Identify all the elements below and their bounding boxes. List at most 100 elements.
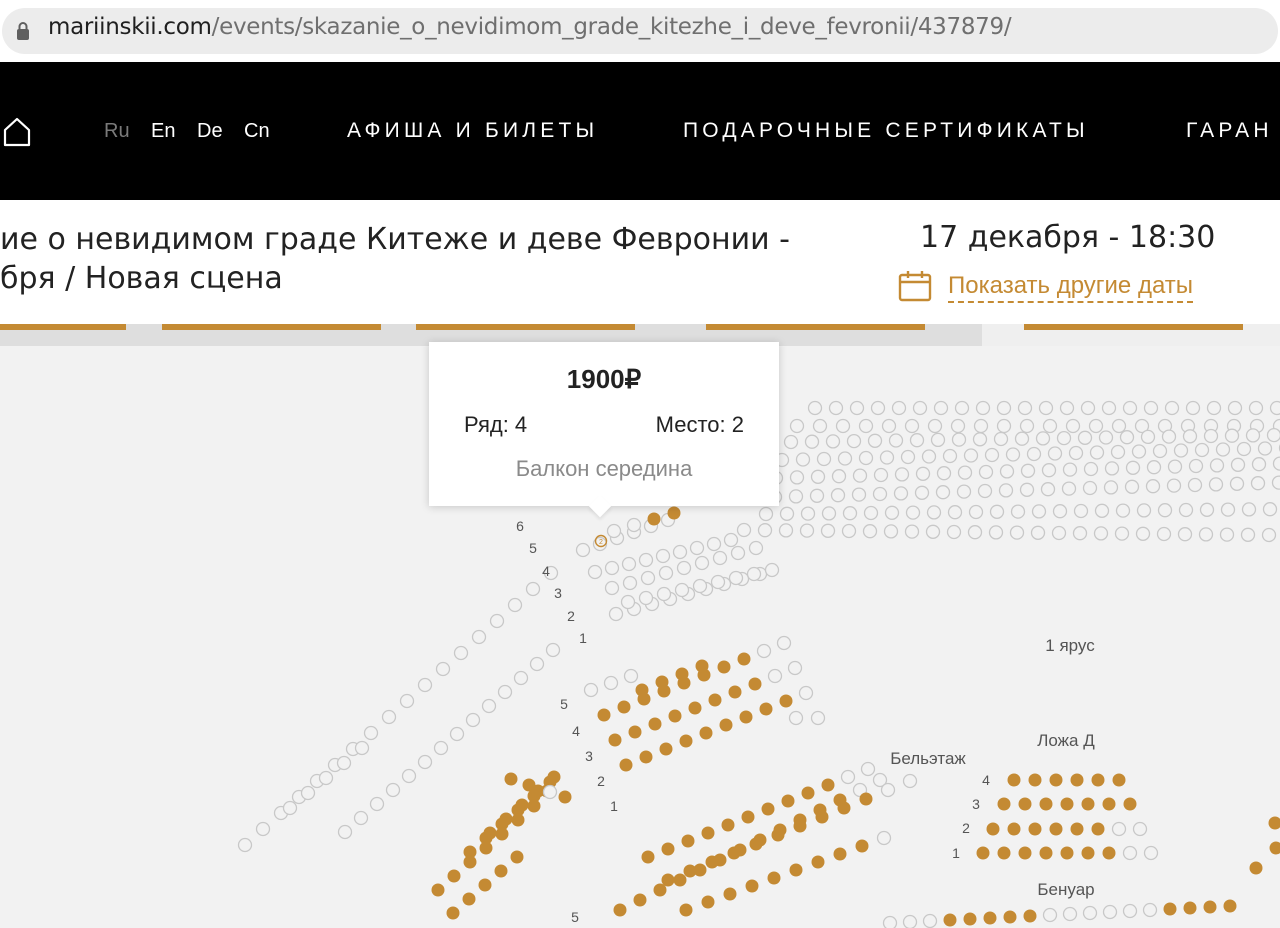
seat-occupied[interactable] <box>1060 846 1074 860</box>
seat-available[interactable] <box>1122 400 1138 416</box>
seat-available[interactable] <box>525 581 541 597</box>
seat-occupied[interactable] <box>1028 773 1042 787</box>
seat-available[interactable] <box>758 506 774 522</box>
seat-available[interactable] <box>1143 845 1159 861</box>
seat-available[interactable] <box>828 400 844 416</box>
seat-available[interactable] <box>1020 463 1036 478</box>
seat-available[interactable] <box>764 562 780 578</box>
seat-available[interactable] <box>1199 502 1215 517</box>
seat-available[interactable] <box>904 524 920 539</box>
seat-occupied[interactable] <box>681 834 695 848</box>
seat-available[interactable] <box>1251 457 1267 472</box>
seat-available[interactable] <box>978 464 994 480</box>
seat-available[interactable] <box>1080 400 1096 416</box>
seat-available[interactable] <box>975 400 991 416</box>
seat-available[interactable] <box>798 685 814 701</box>
lang-cn[interactable]: Cn <box>244 120 270 143</box>
seat-occupied[interactable] <box>1223 899 1237 913</box>
seat-available[interactable] <box>621 556 637 572</box>
seat-available[interactable] <box>481 698 497 714</box>
seat-available[interactable] <box>821 506 837 521</box>
seat-available[interactable] <box>1019 482 1035 497</box>
seat-available[interactable] <box>489 613 505 629</box>
seat-available[interactable] <box>807 400 823 416</box>
seat-available[interactable] <box>1178 502 1194 518</box>
seat-available[interactable] <box>694 555 710 571</box>
calendar-icon[interactable] <box>898 270 932 302</box>
seat-available[interactable] <box>972 432 988 447</box>
seat-available[interactable] <box>1061 481 1077 496</box>
seat-occupied[interactable] <box>717 660 731 674</box>
seat-available[interactable] <box>1143 400 1159 416</box>
seat-available[interactable] <box>608 606 624 622</box>
seat-available[interactable] <box>672 544 688 560</box>
seat-available[interactable] <box>1083 461 1099 477</box>
seat-occupied[interactable] <box>655 675 669 689</box>
seat-available[interactable] <box>545 642 561 658</box>
seat-available[interactable] <box>453 645 469 661</box>
seat-available[interactable] <box>810 710 826 726</box>
seat-available[interactable] <box>967 525 983 540</box>
seat-occupied[interactable] <box>628 725 642 739</box>
seat-available[interactable] <box>1052 504 1068 519</box>
seat-occupied[interactable] <box>723 887 737 901</box>
seat-available[interactable] <box>1198 527 1214 542</box>
seat-available[interactable] <box>1040 482 1056 497</box>
seat-occupied[interactable] <box>661 842 675 856</box>
seat-available[interactable] <box>1017 400 1033 416</box>
seat-available[interactable] <box>1114 526 1130 541</box>
seat-available[interactable] <box>788 489 804 504</box>
seat-occupied[interactable] <box>1070 773 1084 787</box>
seat-available[interactable] <box>870 400 886 416</box>
seat-occupied[interactable] <box>641 850 655 864</box>
seat-available[interactable] <box>1035 431 1051 446</box>
seat-available[interactable] <box>381 709 397 725</box>
seat-occupied[interactable] <box>431 883 445 897</box>
seat-available[interactable] <box>779 506 795 521</box>
seat-available[interactable] <box>1062 906 1078 922</box>
seat-available[interactable] <box>417 677 433 693</box>
seat-available[interactable] <box>1209 458 1225 473</box>
seat-available[interactable] <box>921 449 937 464</box>
seat-available[interactable] <box>674 582 690 598</box>
seat-available[interactable] <box>587 564 603 580</box>
seat-occupied[interactable] <box>668 709 682 723</box>
seat-available[interactable] <box>1019 418 1035 434</box>
seat-available[interactable] <box>1248 400 1264 416</box>
seat-occupied[interactable] <box>739 710 753 724</box>
price-tab[interactable] <box>706 324 925 330</box>
seat-available[interactable] <box>831 469 847 484</box>
seat-available[interactable] <box>926 505 942 520</box>
seat-available[interactable] <box>884 505 900 520</box>
seat-occupied[interactable] <box>683 864 697 878</box>
seat-available[interactable] <box>1161 429 1177 444</box>
seat-available[interactable] <box>1173 443 1189 458</box>
seat-occupied[interactable] <box>1039 797 1053 811</box>
seat-available[interactable] <box>623 668 639 684</box>
seat-available[interactable] <box>996 400 1012 416</box>
seat-available[interactable] <box>1262 502 1278 517</box>
seat-available[interactable] <box>930 432 946 448</box>
seat-available[interactable] <box>1208 477 1224 492</box>
seat-occupied[interactable] <box>1268 816 1280 830</box>
seat-available[interactable] <box>728 570 744 586</box>
seat-available[interactable] <box>435 661 451 677</box>
seat-available[interactable] <box>1042 418 1058 434</box>
seat-available[interactable] <box>816 451 832 467</box>
seat-available[interactable] <box>968 504 984 520</box>
seat-available[interactable] <box>999 464 1015 479</box>
seat-available[interactable] <box>710 574 726 590</box>
seat-available[interactable] <box>1272 456 1280 471</box>
seat-available[interactable] <box>882 915 898 928</box>
seat-available[interactable] <box>676 560 692 576</box>
seat-available[interactable] <box>603 675 619 691</box>
seat-available[interactable] <box>863 505 879 521</box>
seat-occupied[interactable] <box>647 512 661 526</box>
seat-available[interactable] <box>692 578 708 594</box>
seat-occupied[interactable] <box>727 846 741 860</box>
seat-available[interactable] <box>638 590 654 606</box>
seat-available[interactable] <box>852 468 868 483</box>
seat-available[interactable] <box>841 523 857 539</box>
seat-available[interactable] <box>529 656 545 672</box>
seat-available[interactable] <box>809 488 825 503</box>
